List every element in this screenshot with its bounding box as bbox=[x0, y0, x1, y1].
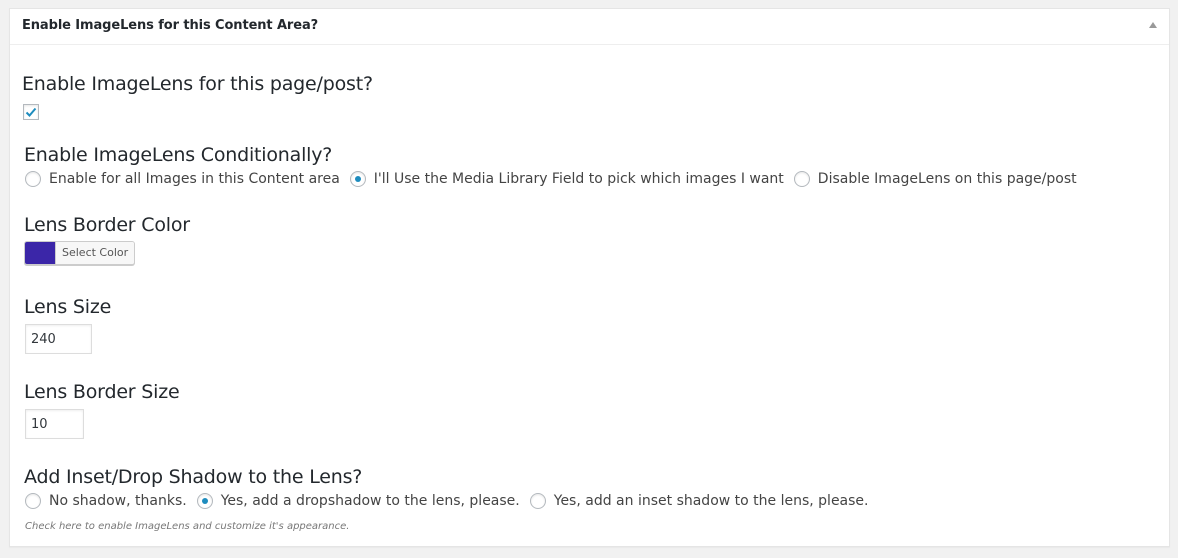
conditional-radio-all-label[interactable]: Enable for all Images in this Content ar… bbox=[49, 171, 340, 187]
metabox-header[interactable]: Enable ImageLens for this Content Area? bbox=[10, 9, 1169, 45]
conditional-radio-media-library-label[interactable]: I'll Use the Media Library Field to pick… bbox=[374, 171, 784, 187]
conditional-label: Enable ImageLens Conditionally? bbox=[24, 144, 333, 166]
conditional-radio-all[interactable] bbox=[25, 171, 41, 187]
border-size-input[interactable] bbox=[25, 409, 84, 439]
color-swatch[interactable] bbox=[25, 242, 55, 264]
shadow-radio-group: No shadow, thanks. Yes, add a dropshadow… bbox=[25, 493, 879, 509]
shadow-radio-none-label[interactable]: No shadow, thanks. bbox=[49, 493, 187, 509]
enable-label: Enable ImageLens for this page/post? bbox=[22, 73, 373, 95]
radio-selected-dot bbox=[201, 498, 208, 504]
lens-size-label: Lens Size bbox=[24, 296, 112, 318]
imagelens-metabox: Enable ImageLens for this Content Area? … bbox=[9, 8, 1170, 547]
shadow-radio-drop-label[interactable]: Yes, add a dropshadow to the lens, pleas… bbox=[221, 493, 520, 509]
color-picker-button[interactable]: Select Color bbox=[24, 241, 136, 265]
metabox-title: Enable ImageLens for this Content Area? bbox=[22, 18, 319, 33]
radio-selected-dot bbox=[354, 176, 361, 182]
conditional-radio-group: Enable for all Images in this Content ar… bbox=[25, 171, 1087, 187]
conditional-radio-disable-label[interactable]: Disable ImageLens on this page/post bbox=[818, 171, 1077, 187]
collapse-arrow-icon[interactable] bbox=[1149, 22, 1157, 28]
border-color-label: Lens Border Color bbox=[24, 214, 190, 236]
border-size-label: Lens Border Size bbox=[24, 381, 180, 403]
enable-checkbox[interactable] bbox=[23, 104, 39, 120]
select-color-label[interactable]: Select Color bbox=[55, 242, 135, 264]
conditional-radio-disable[interactable] bbox=[793, 171, 810, 187]
shadow-radio-none[interactable] bbox=[25, 493, 41, 509]
shadow-radio-inset[interactable] bbox=[529, 493, 546, 509]
shadow-label: Add Inset/Drop Shadow to the Lens? bbox=[24, 466, 363, 488]
lens-size-input[interactable] bbox=[25, 324, 92, 354]
help-text: Check here to enable ImageLens and custo… bbox=[25, 521, 350, 532]
conditional-radio-media-library[interactable] bbox=[349, 171, 366, 187]
shadow-radio-drop[interactable] bbox=[196, 493, 213, 509]
checkmark-icon bbox=[25, 107, 37, 117]
shadow-radio-inset-label[interactable]: Yes, add an inset shadow to the lens, pl… bbox=[554, 493, 869, 509]
